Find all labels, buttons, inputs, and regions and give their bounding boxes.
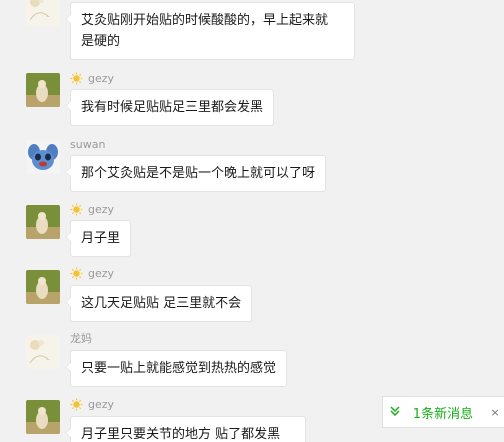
message-bubble[interactable]: 月子里 <box>64 220 132 257</box>
close-icon[interactable]: × <box>486 406 504 419</box>
sun-badge-icon <box>70 398 83 410</box>
sender-label: gezy <box>88 71 115 85</box>
message-line: 我有时候足贴贴足三里都会发黑 <box>81 100 264 115</box>
flower-avatar-icon[interactable]: ~ <box>26 335 60 369</box>
message-bubble[interactable]: 月子里只要关节的地方 贴了都发黑 <box>65 416 306 442</box>
dog-avatar-icon[interactable] <box>26 400 60 434</box>
double-chevron-down-icon <box>383 405 407 420</box>
sender-name: gezy <box>70 396 114 412</box>
chat-window: ~ 艾灸贴刚开始贴的时候酸酸的，早上起来就 是硬的 gezy 我有时候足贴贴足三… <box>0 0 504 442</box>
svg-text:~: ~ <box>46 357 50 363</box>
message-bubble[interactable]: 只要一贴上就能感觉到热热的感觉 <box>64 350 288 387</box>
message-line: 月子里只要关节的地方 贴了都发黑 <box>81 427 281 442</box>
sender-label: suwan <box>70 137 106 151</box>
message-line: 那个艾灸贴是不是贴一个晚上就可以了呀 <box>81 166 316 181</box>
message-line: 这几天足贴贴 足三里就不会 <box>81 296 242 311</box>
sender-name: gezy <box>70 265 114 281</box>
dog-avatar-icon[interactable] <box>26 205 60 239</box>
sender-name: suwan <box>70 136 105 152</box>
sender-label: gezy <box>88 397 115 411</box>
svg-text:~: ~ <box>46 14 50 20</box>
sender-name: gezy <box>70 70 114 86</box>
message-line: 只要一贴上就能感觉到热热的感觉 <box>81 361 277 376</box>
new-message-label: 1条新消息 <box>412 406 474 422</box>
message-bubble[interactable]: 艾灸贴刚开始贴的时候酸酸的，早上起来就 是硬的 <box>65 2 355 60</box>
sender-name: gezy <box>70 201 114 217</box>
flower-avatar-icon[interactable]: ~ <box>26 0 60 26</box>
sun-badge-icon <box>70 72 83 84</box>
dog-avatar-icon[interactable] <box>26 270 60 304</box>
message-bubble[interactable]: 我有时候足贴贴足三里都会发黑 <box>64 89 275 126</box>
dog-avatar-icon[interactable] <box>26 73 60 107</box>
sender-label: 龙妈 <box>70 332 92 345</box>
message-bubble[interactable]: 那个艾灸贴是不是贴一个晚上就可以了呀 <box>64 155 327 192</box>
message-line: 月子里 <box>81 231 121 246</box>
sun-badge-icon <box>70 267 83 279</box>
stitch-avatar-icon[interactable] <box>26 140 60 174</box>
message-line: 艾灸贴刚开始贴的时候酸酸的，早上起来就 <box>81 13 329 28</box>
sender-label: gezy <box>88 202 115 216</box>
sender-name: 龙妈 <box>70 330 92 346</box>
sun-badge-icon <box>70 203 83 215</box>
message-bubble[interactable]: 这几天足贴贴 足三里就不会 <box>64 285 253 322</box>
message-line: 是硬的 <box>81 34 121 49</box>
sender-label: gezy <box>88 266 115 280</box>
new-message-button[interactable]: 1条新消息 × <box>382 396 504 428</box>
